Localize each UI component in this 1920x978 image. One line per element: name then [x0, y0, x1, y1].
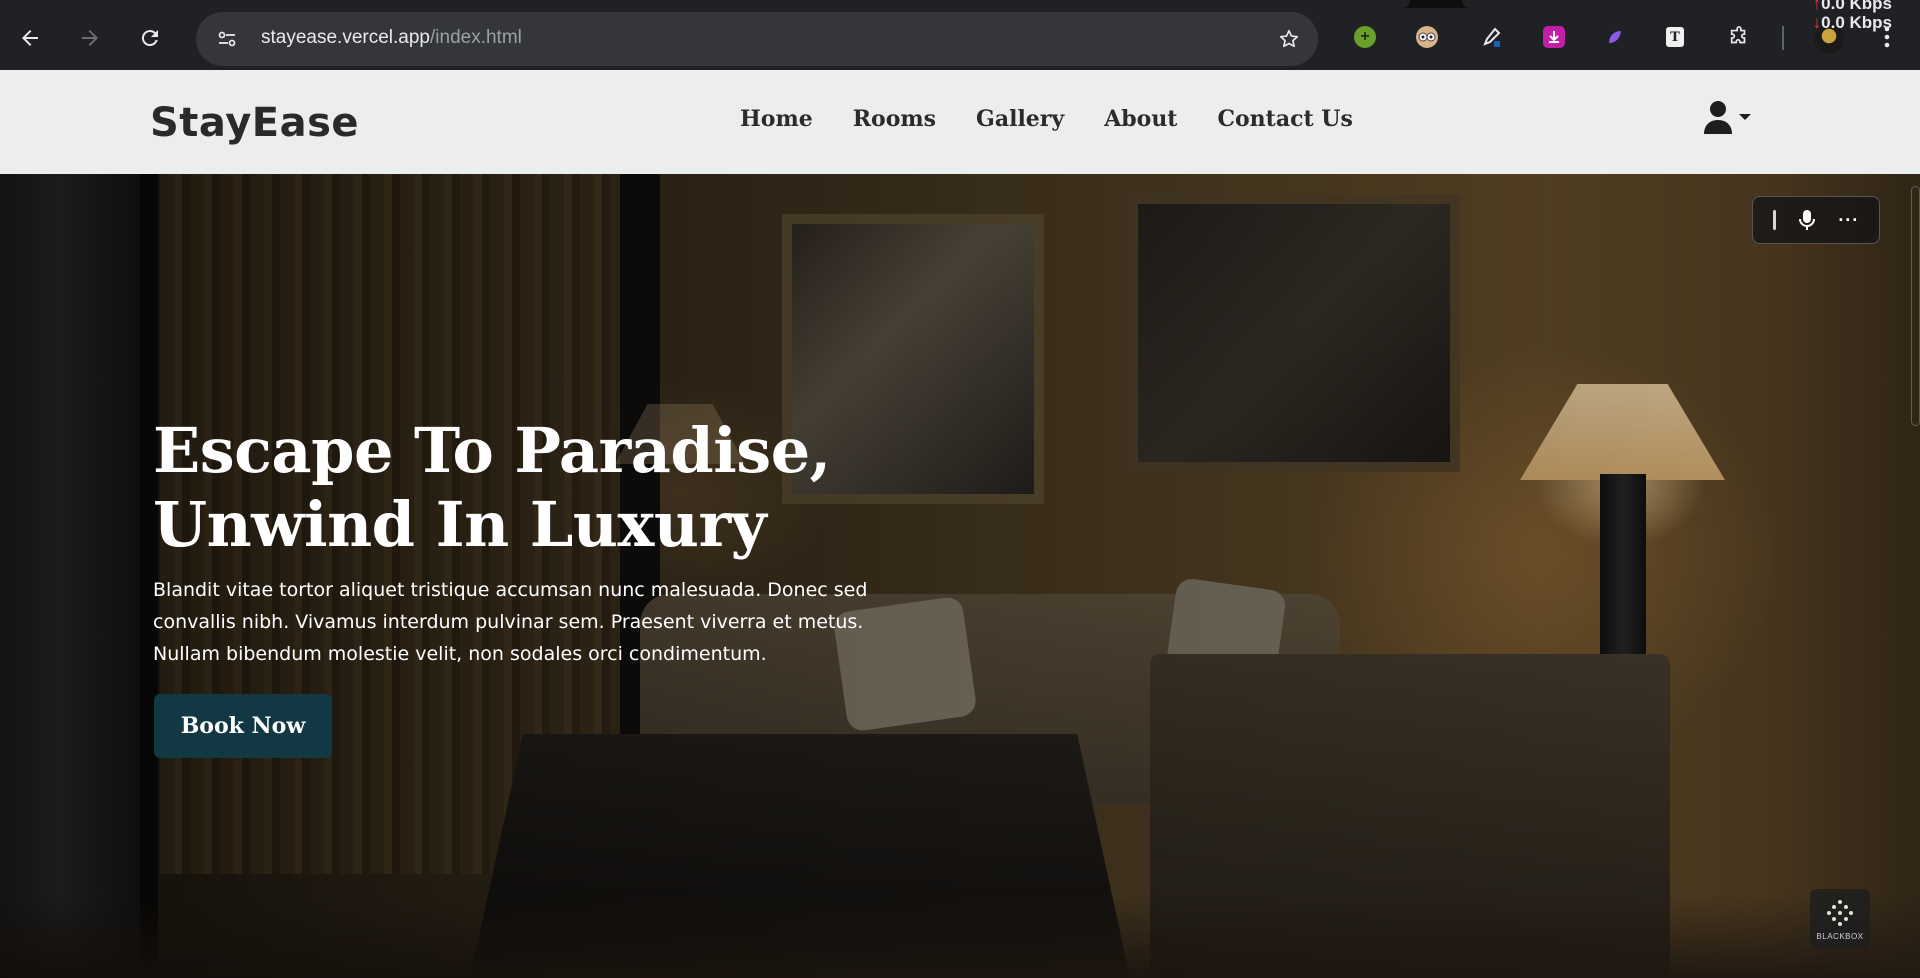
forward-icon — [82, 30, 98, 46]
address-bar[interactable]: stayease.vercel.app/index.html — [196, 12, 1318, 66]
cube-logo-icon — [1827, 899, 1853, 926]
nav-contact[interactable]: Contact Us — [1217, 106, 1352, 132]
user-menu-toggle[interactable] — [1702, 100, 1752, 134]
hero-title-line-2: Unwind In Luxury — [153, 488, 767, 561]
user-icon — [1704, 101, 1732, 134]
extension-notes[interactable]: T — [1666, 27, 1684, 47]
bookmark-button[interactable] — [1274, 24, 1304, 54]
upload-marker: ↑ — [1812, 0, 1822, 13]
nav-gallery[interactable]: Gallery — [976, 106, 1064, 132]
plus-icon: + — [1360, 28, 1370, 45]
back-icon — [22, 30, 38, 46]
net-speed-upload: ↑0.0 Kbps — [1813, 0, 1892, 14]
site-info-button[interactable] — [212, 24, 242, 54]
mic-icon[interactable] — [1798, 209, 1815, 231]
url-text[interactable]: stayease.vercel.app/index.html — [261, 27, 522, 49]
net-speed-download: ↓0.0 Kbps — [1813, 13, 1892, 33]
extension-purple[interactable] — [1604, 26, 1626, 48]
extensions-button[interactable] — [1728, 26, 1750, 48]
star-icon — [1279, 29, 1299, 48]
tab-strip — [0, 0, 1920, 8]
extensions-icon — [1730, 26, 1746, 44]
eyedropper-icon — [1483, 27, 1501, 47]
drag-handle[interactable] — [1772, 210, 1776, 230]
hero-description: Blandit vitae tortor aliquet tristique a… — [153, 579, 868, 665]
brand-logo[interactable]: StayEase — [150, 100, 359, 146]
more-icon[interactable]: ··· — [1838, 210, 1859, 231]
site-info-icon — [218, 31, 236, 47]
tab-shape — [0, 0, 1410, 8]
caret-down-icon — [1739, 114, 1751, 120]
extension-owl[interactable] — [1416, 26, 1438, 48]
speed-down-value: 0.0 Kbps — [1821, 13, 1892, 32]
nav-about[interactable]: About — [1104, 106, 1177, 132]
extension-eyedropper[interactable] — [1480, 26, 1502, 48]
brush-icon — [1609, 31, 1621, 43]
nav-rooms[interactable]: Rooms — [853, 106, 936, 132]
extension-green-plus[interactable]: + — [1354, 26, 1376, 48]
hero-title-line-1: Escape To Paradise, — [153, 414, 831, 487]
hero-section: Escape To Paradise, Unwind In Luxury Bla… — [0, 174, 1920, 978]
main-nav: Home Rooms Gallery About Contact Us — [740, 106, 1353, 132]
reload-button[interactable] — [132, 20, 168, 56]
forward-button[interactable] — [72, 20, 108, 56]
speed-up-value: 0.0 Kbps — [1821, 0, 1892, 13]
nav-home[interactable]: Home — [740, 106, 813, 132]
owl-icon — [1418, 32, 1436, 42]
blackbox-badge[interactable]: BLACKBOX — [1810, 889, 1870, 949]
voice-widget[interactable]: ··· — [1752, 196, 1880, 244]
book-now-button[interactable]: Book Now — [154, 694, 332, 758]
download-marker: ↓ — [1812, 13, 1822, 32]
reload-icon — [141, 30, 158, 47]
browser-toolbar: stayease.vercel.app/index.html + T ↑0.0 … — [0, 0, 1920, 70]
text-icon: T — [1670, 29, 1680, 45]
scrollbar[interactable] — [1911, 186, 1920, 426]
url-host: stayease.vercel.app — [261, 27, 430, 48]
toolbar-divider — [1782, 26, 1784, 50]
site-header: StayEase Home Rooms Gallery About Contac… — [0, 70, 1920, 174]
back-button[interactable] — [12, 20, 48, 56]
url-path: /index.html — [430, 27, 522, 48]
download-icon — [1549, 31, 1559, 43]
badge-label: BLACKBOX — [1816, 931, 1864, 941]
extension-download[interactable] — [1543, 26, 1565, 48]
hero-title: Escape To Paradise, Unwind In Luxury — [153, 414, 873, 562]
